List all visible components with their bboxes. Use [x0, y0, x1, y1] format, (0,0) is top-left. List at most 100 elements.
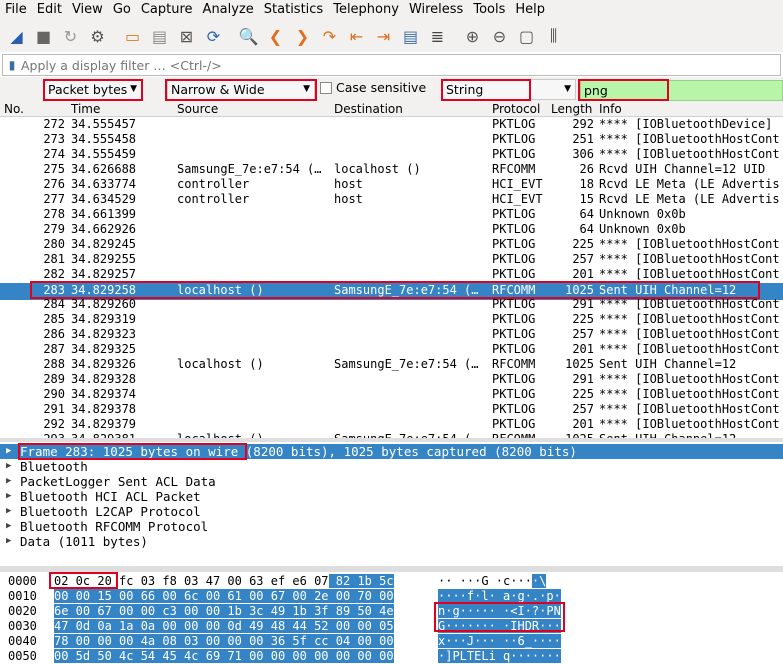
packet-row[interactable]: 288 34.829326 localhost () SamsungE_7e:e7:5… — [0, 357, 783, 372]
packet-cell-info: Rcvd LE Meta (LE Advertis — [599, 177, 780, 191]
packet-row[interactable]: 278 34.661399 PKTLOG 64 Unknown 0x0b — [0, 207, 783, 222]
expand-triangle-icon[interactable]: ▶ — [6, 474, 11, 489]
packet-row[interactable]: 281 34.829255 PKTLOG 257 **** [IOBluetoothHo… — [0, 252, 783, 267]
expand-triangle-icon[interactable]: ▶ — [6, 504, 11, 519]
col-length[interactable]: Length — [551, 102, 592, 116]
go-forward-icon[interactable]: ❯ — [291, 25, 314, 48]
packet-row[interactable]: 291 34.829378 PKTLOG 257 **** [IOBluetoothHo… — [0, 402, 783, 417]
expand-triangle-icon[interactable]: ▶ — [6, 444, 11, 459]
packet-cell-time: 34.829323 — [71, 327, 137, 341]
options-gear-icon[interactable]: ⚙ — [86, 25, 109, 48]
bytes-hex-highlight: 6e 00 67 00 00 c3 00 00 1b 3c 49 1b 3f 8… — [54, 604, 394, 618]
menu-analyze[interactable]: Analyze — [198, 0, 259, 20]
packet-cell-len: 15 — [579, 192, 594, 206]
menu-edit[interactable]: Edit — [32, 0, 67, 20]
bytes-row[interactable]: 0040 78 00 00 00 4a 08 03 00 00 00 36 5f … — [0, 634, 783, 649]
menu-capture[interactable]: Capture — [136, 0, 198, 20]
expand-triangle-icon[interactable]: ▶ — [6, 534, 11, 549]
detail-row[interactable]: ▶ Bluetooth L2CAP Protocol — [0, 504, 783, 519]
packet-row[interactable]: 273 34.555458 PKTLOG 251 **** [IOBluetoothHo… — [0, 132, 783, 147]
zoom-normal-icon[interactable]: ▢ — [515, 25, 538, 48]
detail-row[interactable]: ▶ Bluetooth — [0, 459, 783, 474]
menu-go[interactable]: Go — [108, 0, 136, 20]
bytes-row[interactable]: 0020 6e 00 67 00 00 c3 00 00 1b 3c 49 1b … — [0, 604, 783, 619]
bytes-hex-highlight: 00 00 15 00 66 00 6c 00 61 00 67 00 2e 0… — [54, 589, 394, 603]
stop-icon[interactable]: ■ — [32, 25, 55, 48]
col-source[interactable]: Source — [177, 102, 218, 116]
autoscroll-icon[interactable]: ▤ — [399, 25, 422, 48]
packet-row[interactable]: 275 34.626688 SamsungE_7e:e7:54 (… localhos… — [0, 162, 783, 177]
save-file-icon[interactable]: ▤ — [148, 25, 171, 48]
packet-row[interactable]: 276 34.633774 controller host HCI_EVT 18 Rcvd … — [0, 177, 783, 192]
packet-cell-proto: PKTLOG — [492, 342, 536, 356]
col-protocol[interactable]: Protocol — [492, 102, 540, 116]
menu-view[interactable]: View — [67, 0, 108, 20]
menu-wireless[interactable]: Wireless — [404, 0, 468, 20]
menu-telephony[interactable]: Telephony — [328, 0, 404, 20]
colorize-icon[interactable]: ≣ — [426, 25, 449, 48]
menu-help[interactable]: Help — [510, 0, 550, 20]
detail-row[interactable]: ▶ Data (1011 bytes) — [0, 534, 783, 549]
packet-row[interactable]: 292 34.829379 PKTLOG 201 **** [IOBluetoothHo… — [0, 417, 783, 432]
bytes-offset: 0000 — [8, 574, 37, 588]
packet-row[interactable]: 285 34.829319 PKTLOG 225 **** [IOBluetoothHo… — [0, 312, 783, 327]
detail-row-label: Bluetooth L2CAP Protocol — [20, 504, 201, 519]
close-file-icon[interactable]: ⊠ — [175, 25, 198, 48]
packet-row[interactable]: 277 34.634529 controller host HCI_EVT 15 Rcvd … — [0, 192, 783, 207]
go-last-icon[interactable]: ⇥ — [372, 25, 395, 48]
bytes-row[interactable]: 0030 47 0d 0a 1a 0a 00 00 00 0d 49 48 44 … — [0, 619, 783, 634]
packet-cell-time: 34.829379 — [71, 417, 137, 431]
packet-cell-time: 34.829257 — [71, 267, 137, 281]
detail-row[interactable]: ▶ PacketLogger Sent ACL Data — [0, 474, 783, 489]
char-width-dropdown[interactable]: Narrow & Wide ▼ — [167, 79, 315, 100]
expand-triangle-icon[interactable]: ▶ — [6, 489, 11, 504]
packet-row[interactable]: 284 34.829260 PKTLOG 291 **** [IOBluetoothHo… — [0, 297, 783, 312]
bookmark-icon[interactable]: ▮ — [3, 58, 21, 72]
menu-bar: File Edit View Go Capture Analyze Statistics Te… — [0, 0, 783, 20]
zoom-out-icon[interactable]: ⊖ — [488, 25, 511, 48]
expand-triangle-icon[interactable]: ▶ — [6, 459, 11, 474]
resize-columns-icon[interactable]: ⫼ — [542, 25, 565, 48]
packet-row[interactable]: 290 34.829374 PKTLOG 225 **** [IOBluetoothHo… — [0, 387, 783, 402]
packet-row[interactable]: 280 34.829245 PKTLOG 225 **** [IOBluetoothHo… — [0, 237, 783, 252]
find-string-input[interactable]: png — [580, 80, 783, 101]
packet-cell-proto: PKTLOG — [492, 207, 536, 221]
menu-tools[interactable]: Tools — [468, 0, 510, 20]
menu-file[interactable]: File — [0, 0, 32, 20]
packet-row[interactable]: 274 34.555459 PKTLOG 306 **** [IOBluetoothHo… — [0, 147, 783, 162]
detail-row[interactable]: ▶ Bluetooth HCI ACL Packet — [0, 489, 783, 504]
menu-statistics[interactable]: Statistics — [259, 0, 328, 20]
shark-fin-start-icon[interactable]: ◢ — [5, 25, 28, 48]
packet-row[interactable]: 289 34.829328 PKTLOG 291 **** [IOBluetoothHo… — [0, 372, 783, 387]
go-back-icon[interactable]: ❮ — [264, 25, 287, 48]
detail-row[interactable]: ▶ Bluetooth RFCOMM Protocol — [0, 519, 783, 534]
detail-frame-boxed: Frame 283: 1025 bytes on wire — [20, 444, 239, 459]
find-icon[interactable]: 🔍 — [237, 25, 260, 48]
bytes-row[interactable]: 0050 00 5d 50 4c 54 45 4c 69 71 00 00 00 … — [0, 649, 783, 664]
bytes-row[interactable]: 0010 00 00 15 00 66 00 6c 00 61 00 67 00 … — [0, 589, 783, 604]
packet-row[interactable]: 279 34.662926 PKTLOG 64 Unknown 0x0b — [0, 222, 783, 237]
case-sensitive-checkbox[interactable] — [320, 82, 332, 94]
search-type-dropdown[interactable]: String ▼ — [442, 79, 576, 100]
packet-row[interactable]: 272 34.555457 PKTLOG 292 **** [IOBluetoothDe… — [0, 117, 783, 132]
packet-row[interactable]: 286 34.829323 PKTLOG 257 **** [IOBluetoothHo… — [0, 327, 783, 342]
col-no[interactable]: No. — [4, 102, 24, 116]
display-filter-input[interactable] — [21, 57, 780, 73]
reload-icon[interactable]: ⟳ — [202, 25, 225, 48]
col-info[interactable]: Info — [599, 102, 622, 116]
go-first-icon[interactable]: ⇤ — [345, 25, 368, 48]
zoom-in-icon[interactable]: ⊕ — [461, 25, 484, 48]
expand-triangle-icon[interactable]: ▶ — [6, 519, 11, 534]
detail-row-frame[interactable]: ▶ Frame 283: 1025 bytes on wire (8200 bi… — [0, 444, 783, 459]
go-to-packet-icon[interactable]: ↷ — [318, 25, 341, 48]
col-destination[interactable]: Destination — [334, 102, 403, 116]
packet-row[interactable]: 287 34.829325 PKTLOG 201 **** [IOBluetoothHo… — [0, 342, 783, 357]
col-time[interactable]: Time — [71, 102, 100, 116]
bytes-row[interactable]: 0000 02 0c 20 fc 03 f8 03 47 00 63 ef e6 … — [0, 574, 783, 589]
packet-row[interactable]: 282 34.829257 PKTLOG 201 **** [IOBluetoothHo… — [0, 267, 783, 282]
search-in-dropdown[interactable]: Packet bytes ▼ — [44, 79, 142, 100]
restart-icon[interactable]: ↻ — [59, 25, 82, 48]
packet-cell-no: 281 — [43, 252, 65, 266]
open-folder-icon[interactable]: ▭ — [121, 25, 144, 48]
packet-cell-time: 34.829258 — [71, 283, 137, 297]
